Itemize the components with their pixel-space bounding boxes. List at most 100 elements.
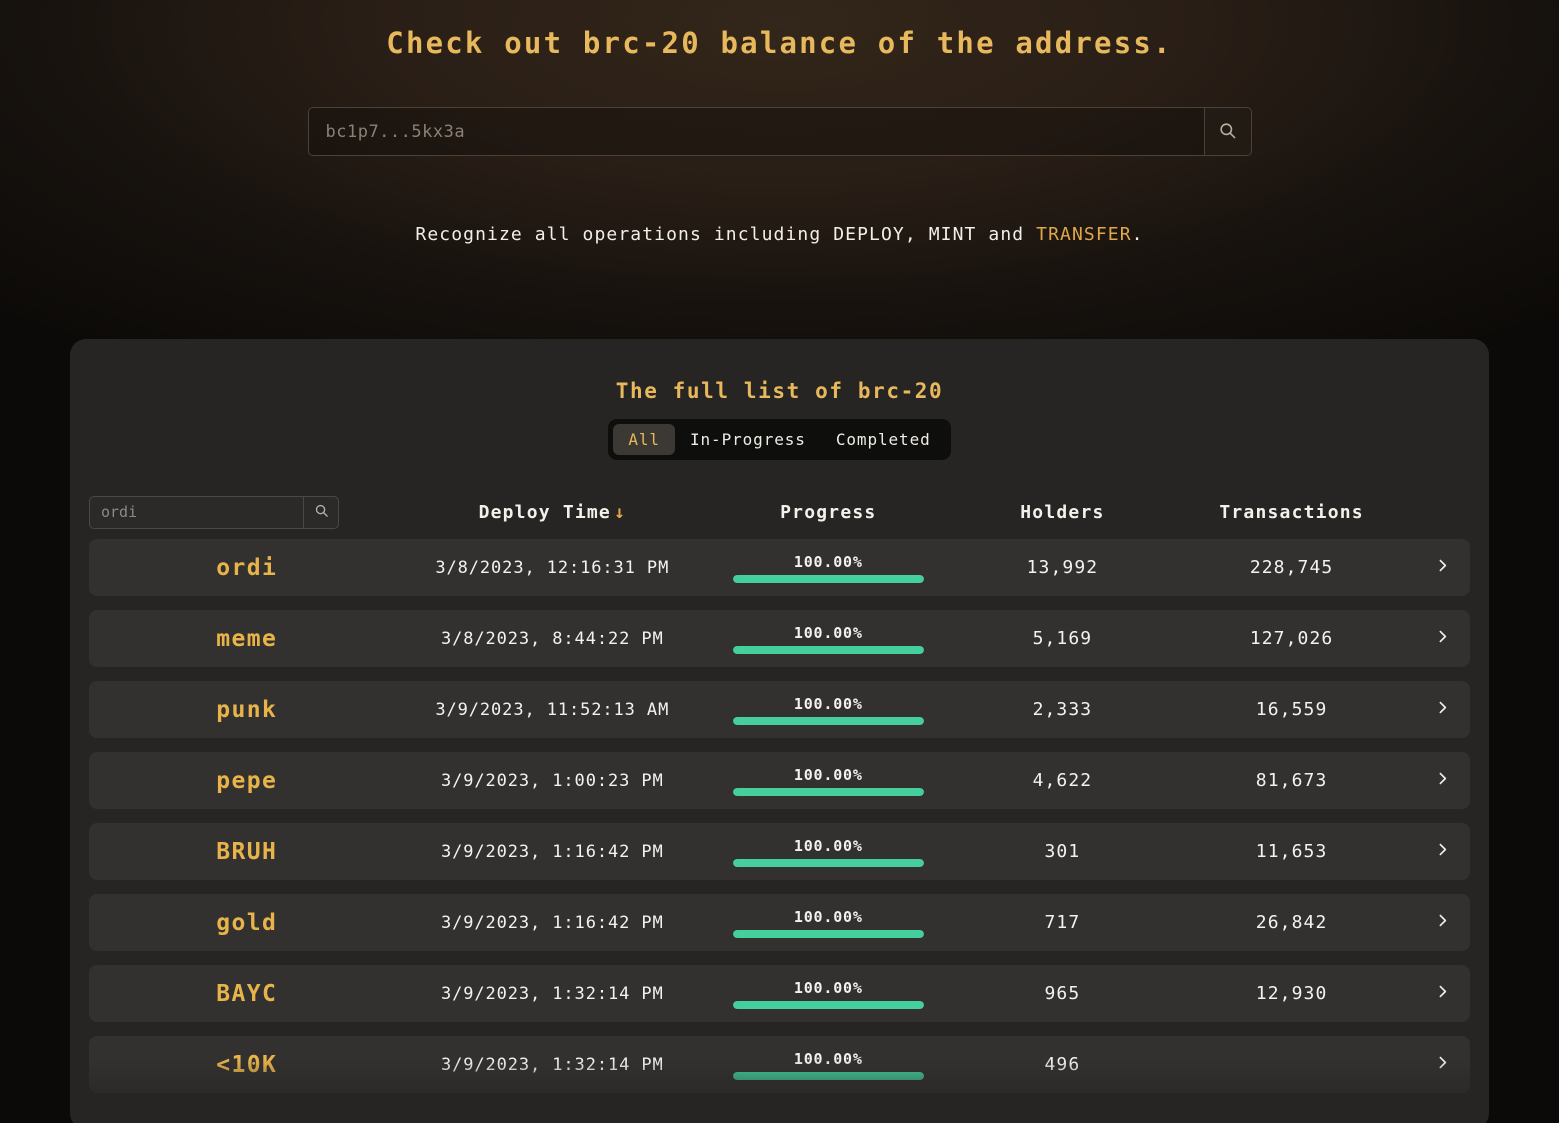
row-token-name: gold bbox=[216, 909, 278, 936]
row-token-name: punk bbox=[216, 696, 278, 723]
row-transactions: 127,026 bbox=[1249, 628, 1334, 649]
table-row[interactable]: BAYC 3/9/2023, 1:32:14 PM 100.00% 965 12,930 bbox=[89, 965, 1470, 1022]
row-progress: 100.00% bbox=[700, 766, 956, 796]
tab-in-progress[interactable]: In-Progress bbox=[675, 424, 821, 455]
token-filter-search bbox=[89, 495, 339, 529]
row-detail-button[interactable] bbox=[1415, 557, 1470, 578]
row-deploy-time: 3/9/2023, 1:16:42 PM bbox=[440, 912, 664, 933]
row-progress-fill bbox=[732, 787, 924, 796]
row-holders: 5,169 bbox=[1032, 628, 1093, 649]
row-progress-fill bbox=[732, 716, 924, 725]
row-progress-track bbox=[732, 787, 924, 796]
hero-subtitle: Recognize all operations including DEPLO… bbox=[0, 224, 1559, 245]
table-row[interactable]: BRUH 3/9/2023, 1:16:42 PM 100.00% 301 11,653 bbox=[89, 823, 1470, 880]
row-progress-track bbox=[732, 858, 924, 867]
row-transactions: 81,673 bbox=[1255, 770, 1328, 791]
row-progress: 100.00% bbox=[700, 695, 956, 725]
hero-subtitle-accent: TRANSFER bbox=[1036, 224, 1132, 245]
row-detail-button[interactable] bbox=[1415, 841, 1470, 862]
page-root: Check out brc-20 balance of the address.… bbox=[0, 0, 1559, 1123]
row-holders: 301 bbox=[1044, 841, 1081, 862]
sort-desc-arrow-icon: ↓ bbox=[613, 501, 627, 523]
brc20-list-panel: The full list of brc-20 All In-Progress … bbox=[70, 339, 1489, 1123]
row-deploy-time: 3/9/2023, 1:00:23 PM bbox=[440, 770, 664, 791]
table-row[interactable]: pepe 3/9/2023, 1:00:23 PM 100.00% 4,622 81,6… bbox=[89, 752, 1470, 809]
row-detail-button[interactable] bbox=[1415, 770, 1470, 791]
row-detail-button[interactable] bbox=[1415, 699, 1470, 720]
chevron-right-icon bbox=[1434, 983, 1451, 1004]
row-progress-label: 100.00% bbox=[793, 765, 863, 784]
row-detail-button[interactable] bbox=[1415, 912, 1470, 933]
row-progress-track bbox=[732, 1000, 924, 1009]
page-title: Check out brc-20 balance of the address. bbox=[386, 26, 1173, 60]
table-row[interactable]: punk 3/9/2023, 11:52:13 AM 100.00% 2,333 16,… bbox=[89, 681, 1470, 738]
table-body: ordi 3/8/2023, 12:16:31 PM 100.00% 13,992 22… bbox=[70, 539, 1489, 1093]
row-detail-button[interactable] bbox=[1415, 1054, 1470, 1075]
row-transactions: 12,930 bbox=[1255, 983, 1328, 1004]
row-deploy-time: 3/8/2023, 8:44:22 PM bbox=[440, 628, 664, 649]
token-search-input[interactable] bbox=[90, 496, 303, 528]
row-progress-label: 100.00% bbox=[793, 552, 863, 571]
row-holders: 965 bbox=[1044, 983, 1081, 1004]
token-search-button[interactable] bbox=[303, 496, 338, 528]
tab-all[interactable]: All bbox=[613, 424, 675, 455]
row-deploy-time: 3/9/2023, 1:32:14 PM bbox=[440, 1054, 664, 1075]
row-deploy-time: 3/9/2023, 1:32:14 PM bbox=[440, 983, 664, 1004]
row-progress-label: 100.00% bbox=[793, 623, 863, 642]
row-progress: 100.00% bbox=[700, 1050, 956, 1080]
row-progress-track bbox=[732, 574, 924, 583]
table-row[interactable]: gold 3/9/2023, 1:16:42 PM 100.00% 717 26,842 bbox=[89, 894, 1470, 951]
tab-completed[interactable]: Completed bbox=[821, 424, 946, 455]
row-token-name: <10K bbox=[216, 1051, 278, 1078]
header-cell-deploy-time[interactable]: Deploy Time ↓ bbox=[404, 502, 700, 523]
row-progress-track bbox=[732, 716, 924, 725]
search-icon bbox=[1218, 121, 1237, 143]
row-holders: 496 bbox=[1044, 1054, 1081, 1075]
status-filter-tabs: All In-Progress Completed bbox=[608, 419, 951, 460]
row-transactions: 11,653 bbox=[1255, 841, 1328, 862]
row-transactions: 26,842 bbox=[1255, 912, 1328, 933]
row-progress: 100.00% bbox=[700, 979, 956, 1009]
row-deploy-time: 3/9/2023, 1:16:42 PM bbox=[440, 841, 664, 862]
row-progress: 100.00% bbox=[700, 553, 956, 583]
row-progress-track bbox=[732, 1071, 924, 1080]
table-row[interactable]: <10K 3/9/2023, 1:32:14 PM 100.00% 496 bbox=[89, 1036, 1470, 1093]
row-progress-fill bbox=[732, 1000, 924, 1009]
header-cell-holders: Holders bbox=[1020, 501, 1105, 523]
chevron-right-icon bbox=[1434, 628, 1451, 649]
row-transactions: 228,745 bbox=[1249, 557, 1334, 578]
hero-subtitle-suffix: . bbox=[1131, 224, 1144, 245]
row-progress-label: 100.00% bbox=[793, 694, 863, 713]
row-detail-button[interactable] bbox=[1415, 983, 1470, 1004]
table-row[interactable]: ordi 3/8/2023, 12:16:31 PM 100.00% 13,992 22… bbox=[89, 539, 1470, 596]
row-progress: 100.00% bbox=[700, 837, 956, 867]
address-search-bar bbox=[307, 107, 1252, 156]
row-detail-button[interactable] bbox=[1415, 628, 1470, 649]
header-cell-transactions: Transactions bbox=[1219, 501, 1364, 523]
row-deploy-time: 3/8/2023, 12:16:31 PM bbox=[435, 557, 670, 578]
brc20-table: Deploy Time↓ Progress Holders Transactio… bbox=[70, 485, 1489, 1093]
hero-section: Check out brc-20 balance of the address.… bbox=[0, 26, 1559, 245]
row-progress-fill bbox=[732, 645, 924, 654]
row-progress-fill bbox=[732, 574, 924, 583]
table-header-row: Deploy Time↓ Progress Holders Transactio… bbox=[70, 485, 1489, 539]
header-label-deploy-time: Deploy Time bbox=[478, 501, 611, 523]
row-progress-fill bbox=[732, 858, 924, 867]
header-cell-progress: Progress bbox=[780, 501, 877, 523]
chevron-right-icon bbox=[1434, 557, 1451, 578]
row-progress-label: 100.00% bbox=[793, 907, 863, 926]
row-progress-label: 100.00% bbox=[793, 978, 863, 997]
row-progress-fill bbox=[732, 1071, 924, 1080]
address-search-button[interactable] bbox=[1203, 108, 1251, 155]
row-progress-label: 100.00% bbox=[793, 836, 863, 855]
chevron-right-icon bbox=[1434, 912, 1451, 933]
row-holders: 4,622 bbox=[1032, 770, 1093, 791]
search-icon bbox=[314, 503, 329, 521]
header-cell-token bbox=[89, 495, 404, 529]
panel-title: The full list of brc-20 bbox=[615, 379, 944, 403]
address-search-input[interactable] bbox=[308, 108, 1204, 155]
table-row[interactable]: meme 3/8/2023, 8:44:22 PM 100.00% 5,169 127,… bbox=[89, 610, 1470, 667]
row-progress-fill bbox=[732, 929, 924, 938]
row-progress: 100.00% bbox=[700, 908, 956, 938]
hero-subtitle-prefix: Recognize all operations including DEPLO… bbox=[415, 224, 1037, 245]
